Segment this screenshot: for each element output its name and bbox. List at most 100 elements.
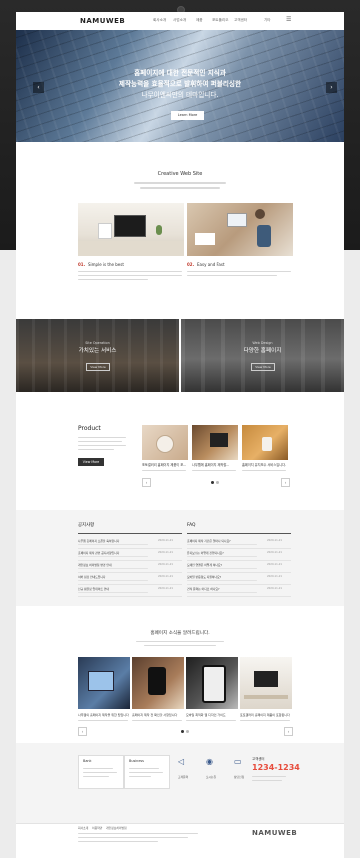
bank-info-title: Bank [83,759,92,763]
notice-row-date: 2020-11-21 [158,563,174,566]
creative-num-2: 02. [187,262,195,267]
news-card-3-photo[interactable] [186,657,238,709]
homepage-banner-title: 다양한 홈페이지 [243,348,282,354]
product-title: Product [78,425,101,432]
faq-row-summary [187,580,257,581]
bank-info-box: Bank [78,755,124,789]
product-view-more-button[interactable]: View More [78,458,104,466]
hero-line-3: 나무이엔씨만의 테마입니다. [141,91,219,99]
hero-learn-more-button[interactable]: Learn More [171,111,204,120]
news-card-4-photo[interactable] [240,657,292,709]
news-card-1-caption[interactable]: 나무웹의 홈페이지 제작을 위한 팁입니다 [78,714,129,717]
consult-link[interactable]: ▭ 상담신청 [228,756,250,786]
faq-row-summary [187,544,257,545]
footer-link-company[interactable]: 회사소개 [78,827,88,830]
faq-row[interactable]: 도메인 연결은 어떻게 하나요? 2020-11-21 [187,562,291,573]
nav-item-support[interactable]: 고객센터 [234,18,247,23]
news-card-2-photo[interactable] [132,657,184,709]
website-screen: NAMUWEB 회사소개 사업소개 제품 포트폴리오 고객센터 기타 ☰ 홈페이… [16,12,344,858]
product-card-1-photo[interactable] [142,425,188,460]
creative-desc-line-1 [134,182,226,184]
consult-label: 상담신청 [233,775,245,779]
hero-slider: 홈페이지에 대한 전문적인 지식과 제작능력을 효율적으로 발휘하여 퍼블리싱한… [16,30,344,142]
service-banner-small: Site Operation [85,341,110,345]
footer-logo: NAMUWEB [252,829,298,837]
faq-row[interactable]: 홈페이지 제작 기간은 얼마나 되나요? 2020-11-21 [187,538,291,549]
creative-section-title: Creative Web Site [157,171,203,177]
faq-row-title[interactable]: 모바일 반응형도 지원하나요? [187,576,221,579]
notice-row-date: 2020-11-21 [158,575,174,578]
hero-line-1: 홈페이지에 대한 전문적인 지식과 [134,69,226,77]
creative-desc-line-2 [140,187,220,189]
phone-number[interactable]: 1234-1234 [252,764,300,772]
notice-row-title[interactable]: 서버 점검 안내드립니다 [78,576,106,579]
notice-row-title[interactable]: 나무웹 홈페이지 오픈을 축하합니다 [78,540,119,543]
nav-item-portfolio[interactable]: 포트폴리오 [212,18,229,23]
news-next-icon[interactable]: › [284,727,293,736]
notice-row-summary [78,544,148,545]
product-card-2-caption[interactable]: 나무웹에 홈페이지 제작할... [192,463,229,467]
faq-row-summary [187,592,257,593]
notice-row-title[interactable]: 개인정보 처리방침 변경 안내 [78,564,112,567]
faq-row-summary [187,556,257,557]
faq-row-title[interactable]: 도메인 연결은 어떻게 하나요? [187,564,222,567]
notice-row-date: 2020-11-21 [158,551,174,554]
homepage-banner-button[interactable]: View More [251,363,275,371]
product-card-3-caption[interactable]: 홈페이지 유지보수 서비스입니다. [242,463,286,467]
faq-row-title[interactable]: 홈페이지 제작 기간은 얼마나 되나요? [187,540,231,543]
news-prev-icon[interactable]: ‹ [78,727,87,736]
hero-line-2: 제작능력을 효율적으로 발휘하여 퍼블리싱한 [118,80,242,88]
notice-title: 공지사항 [78,523,95,528]
service-banner-title: 가치있는 서비스 [78,348,117,354]
notice-row[interactable]: 서버 점검 안내드립니다 2020-11-21 [78,574,182,585]
site-logo[interactable]: NAMUWEB [80,18,125,25]
faq-row-title[interactable]: 견적 문의는 어디로 하나요? [187,588,219,591]
product-prev-icon[interactable]: ‹ [142,478,151,487]
inquiry-link[interactable]: ◁ 고객문의 [172,756,194,786]
directions-label: 오시는길 [205,775,217,779]
nav-item-business[interactable]: 사업소개 [173,18,186,23]
creative-num-1: 01. [78,262,86,267]
hero-prev-icon[interactable]: ‹ [33,82,44,93]
product-next-icon[interactable]: › [281,478,290,487]
notice-row[interactable]: 나무웹 홈페이지 오픈을 축하합니다 2020-11-21 [78,538,182,549]
nav-item-company[interactable]: 회사소개 [153,18,166,23]
product-card-2-photo[interactable] [192,425,238,460]
service-banner-button[interactable]: View More [86,363,110,371]
news-card-3-caption[interactable]: 모바일 최적화 웹 디자인 가이드 [186,714,226,717]
faq-row[interactable]: 유지보수는 어떻게 진행되나요? 2020-11-21 [187,550,291,561]
nav-item-etc[interactable]: 기타 [264,18,271,23]
chat-icon: ▭ [234,757,242,766]
notice-row[interactable]: 신규 템플릿 업데이트 안내 2020-11-21 [78,586,182,597]
news-pager-dot-active[interactable] [181,730,184,733]
footer-link-terms[interactable]: 이용약관 [92,827,102,830]
faq-row-date: 2020-11-21 [267,575,283,578]
faq-row[interactable]: 견적 문의는 어디로 하나요? 2020-11-21 [187,586,291,597]
notice-row-date: 2020-11-21 [158,587,174,590]
homepage-banner[interactable]: Web Design 다양한 홈페이지 View More [181,319,344,392]
menu-icon[interactable]: ☰ [286,17,291,23]
notice-row-summary [78,580,148,581]
footer-link-privacy[interactable]: 개인정보처리방침 [106,827,127,830]
news-card-4-caption[interactable]: 포토갤러리 홈페이지 제품이 포함됩니다 [240,714,290,717]
inquiry-label: 고객문의 [177,775,189,779]
faq-row-title[interactable]: 유지보수는 어떻게 진행되나요? [187,552,224,555]
product-pager-dot[interactable] [216,481,219,484]
directions-link[interactable]: ◉ 오시는길 [200,756,222,786]
notice-row[interactable]: 홈페이지 제작 관련 공지사항입니다 2020-11-21 [78,550,182,561]
news-section-title: 홈페이지 소식을 알려드립니다. [150,631,210,636]
news-card-2-caption[interactable]: 홈페이지 제작 전 확인할 사항입니다 [132,714,177,717]
hero-next-icon[interactable]: › [326,82,337,93]
notice-row-title[interactable]: 신규 템플릿 업데이트 안내 [78,588,109,591]
news-card-1-photo[interactable] [78,657,130,709]
news-pager-dot[interactable] [186,730,189,733]
notice-row[interactable]: 개인정보 처리방침 변경 안내 2020-11-21 [78,562,182,573]
service-banner[interactable]: Site Operation 가치있는 서비스 View More [16,319,179,392]
product-card-1-caption[interactable]: 포토갤러리 홈페이지 제품이 포... [142,463,186,467]
notice-row-title[interactable]: 홈페이지 제작 관련 공지사항입니다 [78,552,119,555]
faq-row[interactable]: 모바일 반응형도 지원하나요? 2020-11-21 [187,574,291,585]
product-card-3-photo[interactable] [242,425,288,460]
product-pager-dot-active[interactable] [211,481,214,484]
nav-item-product[interactable]: 제품 [196,18,203,23]
site-header: NAMUWEB 회사소개 사업소개 제품 포트폴리오 고객센터 기타 ☰ [16,12,344,31]
